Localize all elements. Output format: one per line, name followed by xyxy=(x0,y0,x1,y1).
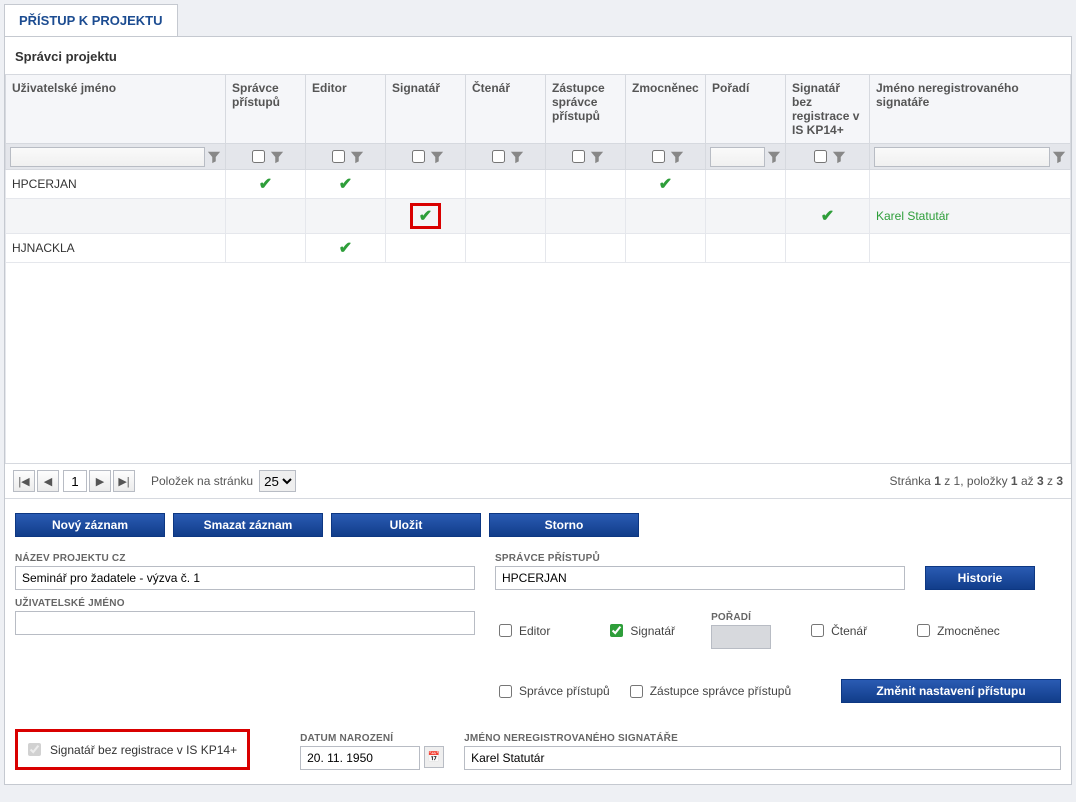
check-icon: ✔ xyxy=(792,206,863,226)
username-field[interactable] xyxy=(15,611,475,635)
col-order[interactable]: Pořadí xyxy=(706,75,786,144)
filter-editor-chk[interactable] xyxy=(332,150,345,163)
label-order: POŘADÍ xyxy=(711,612,771,623)
cell-username: HJNACKLA xyxy=(6,234,226,263)
admin-chk-label: Správce přístupů xyxy=(519,684,610,698)
filter-icon[interactable] xyxy=(270,150,284,164)
filter-icon[interactable] xyxy=(1052,150,1066,164)
col-reader[interactable]: Čtenář xyxy=(466,75,546,144)
filter-icon[interactable] xyxy=(767,150,781,164)
cancel-button[interactable]: Storno xyxy=(489,513,639,537)
table-row[interactable]: ✔ ✔ Karel Statutár xyxy=(6,199,1071,234)
pager-first-icon[interactable]: |◀ xyxy=(13,470,35,492)
pager-items-label: Položek na stránku xyxy=(151,474,253,488)
filter-icon[interactable] xyxy=(510,150,524,164)
filter-deputy-chk[interactable] xyxy=(572,150,585,163)
filter-icon[interactable] xyxy=(430,150,444,164)
delegate-checkbox[interactable] xyxy=(917,624,930,637)
pager-last-icon[interactable]: ▶| xyxy=(113,470,135,492)
filter-icon[interactable] xyxy=(207,150,221,164)
col-deputy[interactable]: Zástupce správce přístupů xyxy=(546,75,626,144)
delegate-chk-label: Zmocněnec xyxy=(937,624,1000,638)
order-field[interactable] xyxy=(711,625,771,649)
filter-signer-noreg-chk[interactable] xyxy=(814,150,827,163)
editor-chk-label: Editor xyxy=(519,624,550,638)
check-icon: ✔ xyxy=(312,174,379,194)
check-icon: ✔ xyxy=(312,238,379,258)
highlight-signer-noreg: Signatář bez registrace v IS KP14+ xyxy=(15,729,250,770)
label-unreg-name: JMÉNO NEREGISTROVANÉHO SIGNATÁŘE xyxy=(464,733,1061,744)
check-icon: ✔ xyxy=(632,174,699,194)
filter-signer-chk[interactable] xyxy=(412,150,425,163)
filter-admin-chk[interactable] xyxy=(252,150,265,163)
reader-checkbox[interactable] xyxy=(811,624,824,637)
project-name-field xyxy=(15,566,475,590)
label-username: UŽIVATELSKÉ JMÉNO xyxy=(15,598,475,609)
filter-icon[interactable] xyxy=(590,150,604,164)
col-delegate[interactable]: Zmocněnec xyxy=(626,75,706,144)
filter-username[interactable] xyxy=(10,147,205,167)
label-dob: DATUM NAROZENÍ xyxy=(300,733,450,744)
save-button[interactable]: Uložit xyxy=(331,513,481,537)
history-button[interactable]: Historie xyxy=(925,566,1035,590)
col-editor[interactable]: Editor xyxy=(306,75,386,144)
col-unreg-name[interactable]: Jméno neregistrovaného signatáře xyxy=(870,75,1071,144)
admin-field xyxy=(495,566,905,590)
dob-field[interactable] xyxy=(300,746,420,770)
signer-checkbox[interactable] xyxy=(610,624,623,637)
signer-noreg-checkbox[interactable] xyxy=(28,743,41,756)
grid-admins: Uživatelské jméno Správce přístupů Edito… xyxy=(5,74,1071,263)
cell-unreg-name: Karel Statutár xyxy=(870,199,1071,234)
signer-chk-label: Signatář xyxy=(630,624,675,638)
pager-next-icon[interactable]: ▶ xyxy=(89,470,111,492)
filter-order[interactable] xyxy=(710,147,765,167)
pager-size-select[interactable]: 25 xyxy=(259,470,296,492)
filter-unregname[interactable] xyxy=(874,147,1050,167)
change-access-button[interactable]: Změnit nastavení přístupu xyxy=(841,679,1061,703)
col-username[interactable]: Uživatelské jméno xyxy=(6,75,226,144)
table-row[interactable]: HPCERJAN ✔ ✔ ✔ xyxy=(6,170,1071,199)
table-row[interactable]: HJNACKLA ✔ xyxy=(6,234,1071,263)
pager-page-input[interactable] xyxy=(63,470,87,492)
filter-icon[interactable] xyxy=(670,150,684,164)
label-project: NÁZEV PROJEKTU CZ xyxy=(15,553,475,564)
tab-access[interactable]: PŘÍSTUP K PROJEKTU xyxy=(4,4,178,36)
reader-chk-label: Čtenář xyxy=(831,624,867,638)
col-signer[interactable]: Signatář xyxy=(386,75,466,144)
deputy-checkbox[interactable] xyxy=(630,685,643,698)
filter-reader-chk[interactable] xyxy=(492,150,505,163)
pager: |◀ ◀ ▶ ▶| Položek na stránku 25 Stránka … xyxy=(5,463,1071,499)
pager-summary: Stránka 1 z 1, položky 1 až 3 z 3 xyxy=(890,474,1064,488)
deputy-chk-label: Zástupce správce přístupů xyxy=(650,684,791,698)
cell-username: HPCERJAN xyxy=(6,170,226,199)
filter-icon[interactable] xyxy=(350,150,364,164)
signer-noreg-label: Signatář bez registrace v IS KP14+ xyxy=(50,743,237,757)
check-icon: ✔ xyxy=(232,174,299,194)
col-admin[interactable]: Správce přístupů xyxy=(226,75,306,144)
filter-icon[interactable] xyxy=(832,150,846,164)
cell-username xyxy=(6,199,226,234)
calendar-icon[interactable]: 📅 xyxy=(424,746,444,768)
new-button[interactable]: Nový záznam xyxy=(15,513,165,537)
unreg-name-field[interactable] xyxy=(464,746,1061,770)
col-signer-noreg[interactable]: Signatář bez registrace v IS KP14+ xyxy=(786,75,870,144)
admin-checkbox[interactable] xyxy=(499,685,512,698)
section-title: Správci projektu xyxy=(5,37,1071,74)
pager-prev-icon[interactable]: ◀ xyxy=(37,470,59,492)
delete-button[interactable]: Smazat záznam xyxy=(173,513,323,537)
highlight-signer: ✔ xyxy=(410,203,441,229)
check-icon: ✔ xyxy=(419,206,432,226)
label-admin: SPRÁVCE PŘÍSTUPŮ xyxy=(495,553,905,564)
filter-delegate-chk[interactable] xyxy=(652,150,665,163)
editor-checkbox[interactable] xyxy=(499,624,512,637)
